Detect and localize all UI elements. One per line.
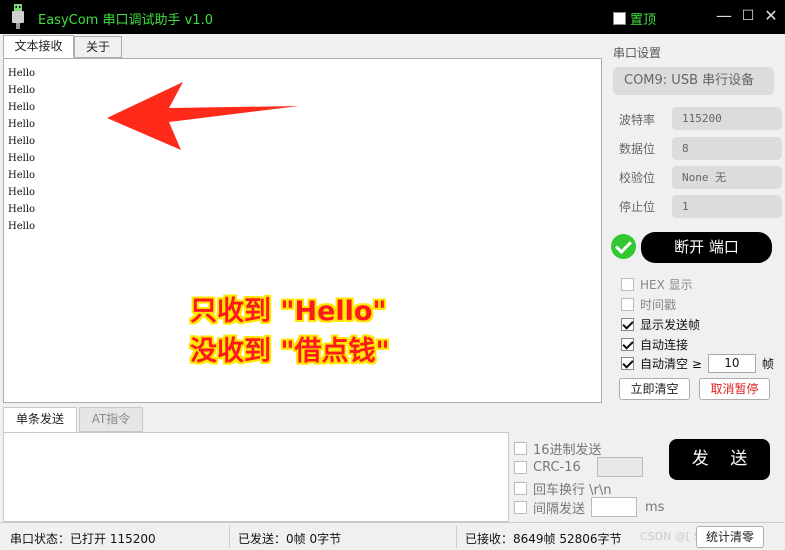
timestamp-checkbox[interactable] bbox=[621, 298, 634, 311]
interval-send-option[interactable]: 间隔发送 ms bbox=[514, 497, 664, 517]
hex-send-checkbox[interactable] bbox=[514, 442, 527, 455]
hex-display-option[interactable]: HEX 显示 bbox=[621, 276, 693, 293]
databits-label: 数据位 bbox=[619, 142, 656, 156]
auto-clear-label: 自动清空 ≥ bbox=[640, 357, 702, 371]
port-select[interactable]: COM9: USB 串行设备 bbox=[613, 67, 774, 95]
annotation-line-1: 只收到 "Hello" bbox=[190, 296, 387, 327]
received-line: Hello bbox=[8, 85, 36, 96]
tab-single-send[interactable]: 单条发送 bbox=[3, 407, 77, 432]
received-line: Hello bbox=[8, 102, 36, 113]
show-sent-checkbox[interactable] bbox=[621, 318, 634, 331]
hex-display-checkbox[interactable] bbox=[621, 278, 634, 291]
auto-connect-checkbox[interactable] bbox=[621, 338, 634, 351]
topmost-toggle[interactable]: 置顶 bbox=[613, 9, 656, 28]
annotation-line-2: 没收到 "借点钱" bbox=[190, 336, 390, 367]
hex-display-label: HEX 显示 bbox=[640, 278, 693, 292]
auto-clear-unit: 帧 bbox=[761, 357, 774, 371]
crc-value-box bbox=[596, 457, 643, 477]
crc-checkbox[interactable] bbox=[514, 460, 527, 474]
topmost-label: 置顶 bbox=[630, 13, 657, 28]
show-sent-option[interactable]: 显示发送帧 bbox=[621, 316, 700, 333]
stopbits-label: 停止位 bbox=[619, 200, 656, 214]
received-line: Hello bbox=[8, 136, 36, 147]
received-lines: Hello Hello Hello Hello Hello Hello Hell… bbox=[8, 65, 35, 235]
interval-input[interactable] bbox=[591, 497, 638, 517]
status-bar: 串口状态：已打开 115200 已发送：0帧 0字节 已接收：8649帧 528… bbox=[0, 522, 785, 550]
send-button[interactable]: 发 送 bbox=[669, 439, 770, 480]
received-line: Hello bbox=[8, 68, 36, 79]
baud-label: 波特率 bbox=[619, 113, 656, 127]
auto-clear-checkbox[interactable] bbox=[621, 357, 634, 370]
cancel-pause-button[interactable]: 取消暂停 bbox=[699, 378, 770, 400]
received-line: Hello bbox=[8, 187, 36, 198]
hex-send-label: 16进制发送 bbox=[533, 443, 602, 458]
send-text-area[interactable] bbox=[3, 432, 509, 522]
crlf-option[interactable]: 回车换行 \r\n bbox=[514, 479, 611, 498]
auto-clear-option[interactable]: 自动清空 ≥ 10 帧 bbox=[621, 354, 774, 373]
close-port-button[interactable]: 断开 端口 bbox=[641, 232, 772, 263]
maximize-button[interactable]: ☐ bbox=[736, 5, 760, 27]
timestamp-option[interactable]: 时间戳 bbox=[621, 296, 676, 313]
interval-unit: ms bbox=[645, 499, 665, 515]
title-bar: EasyCom 串口调试助手 v1.0 置顶 — ☐ ✕ bbox=[0, 0, 785, 34]
crc-label: CRC-16 bbox=[533, 459, 581, 475]
received-line: Hello bbox=[8, 153, 36, 164]
close-button[interactable]: ✕ bbox=[759, 5, 783, 27]
tab-text-receive[interactable]: 文本接收 bbox=[3, 35, 74, 58]
connected-check-icon bbox=[611, 234, 636, 259]
received-line: Hello bbox=[8, 204, 36, 215]
minimize-button[interactable]: — bbox=[712, 5, 736, 27]
tab-about[interactable]: 关于 bbox=[74, 36, 122, 58]
crlf-checkbox[interactable] bbox=[514, 482, 527, 495]
topmost-checkbox[interactable] bbox=[613, 12, 626, 25]
received-line: Hello bbox=[8, 170, 36, 181]
crc-option[interactable]: CRC-16 bbox=[514, 457, 643, 477]
status-divider bbox=[229, 526, 230, 548]
auto-connect-label: 自动连接 bbox=[640, 338, 689, 352]
usb-plug-icon bbox=[12, 4, 24, 29]
interval-send-label: 间隔发送 bbox=[533, 501, 586, 517]
received-line: Hello bbox=[8, 119, 36, 130]
interval-send-checkbox[interactable] bbox=[514, 500, 527, 514]
timestamp-label: 时间戳 bbox=[640, 298, 677, 312]
clear-stats-button[interactable]: 统计清零 bbox=[696, 526, 764, 548]
parity-label: 校验位 bbox=[619, 171, 656, 185]
auto-clear-count-input[interactable]: 10 bbox=[707, 354, 756, 373]
received-line: Hello bbox=[8, 221, 36, 232]
parity-select[interactable]: None 无 bbox=[672, 166, 782, 189]
annotation-text: 只收到 "Hello" 没收到 "借点钱" bbox=[190, 292, 390, 372]
auto-connect-option[interactable]: 自动连接 bbox=[621, 336, 688, 353]
hex-send-option[interactable]: 16进制发送 bbox=[514, 439, 602, 458]
window-title: EasyCom 串口调试助手 v1.0 bbox=[38, 13, 213, 28]
status-divider bbox=[456, 526, 457, 548]
crlf-label: 回车换行 \r\n bbox=[533, 483, 612, 498]
show-sent-label: 显示发送帧 bbox=[640, 318, 701, 332]
red-arrow-icon bbox=[107, 82, 299, 150]
clear-now-button[interactable]: 立即清空 bbox=[619, 378, 690, 400]
baud-select[interactable]: 115200 bbox=[672, 107, 782, 130]
port-status: 串口状态：已打开 115200 bbox=[10, 532, 156, 546]
received-count: 已接收：8649帧 52806字节 bbox=[465, 532, 622, 546]
sent-count: 已发送：0帧 0字节 bbox=[238, 532, 342, 546]
serial-settings-title: 串口设置 bbox=[613, 46, 662, 60]
tab-at-command[interactable]: AT指令 bbox=[79, 407, 143, 432]
databits-select[interactable]: 8 bbox=[672, 137, 782, 160]
stopbits-select[interactable]: 1 bbox=[672, 195, 782, 218]
